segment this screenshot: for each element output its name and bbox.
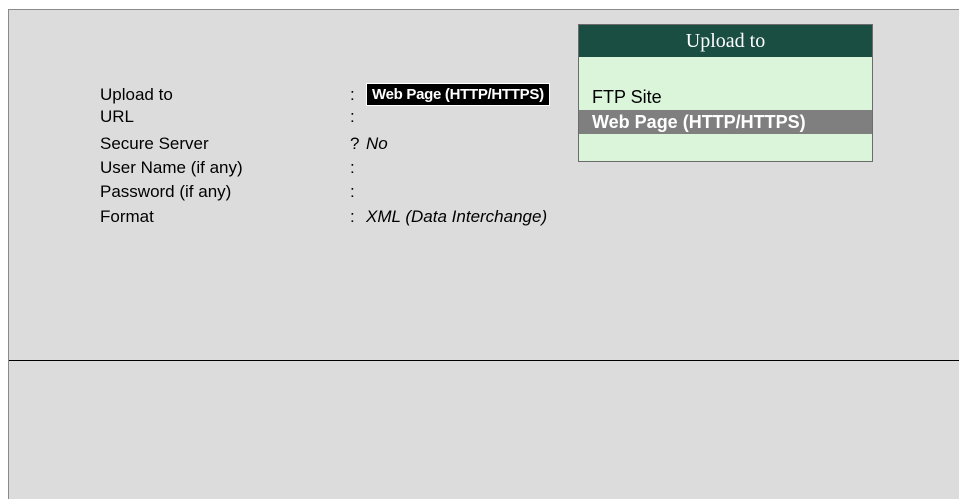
password-label: Password (if any) — [100, 182, 232, 201]
secure-server-field[interactable]: No — [366, 134, 388, 154]
user-name-label: User Name (if any) — [100, 158, 243, 177]
upload-to-field[interactable]: Web Page (HTTP/HTTPS) — [366, 83, 550, 106]
format-label: Format — [100, 207, 154, 226]
secure-server-label: Secure Server — [100, 134, 209, 153]
panel-divider — [9, 360, 959, 361]
user-name-separator: : — [350, 158, 355, 177]
upload-to-label: Upload to — [100, 85, 173, 104]
upload-to-separator: : — [350, 85, 355, 104]
format-separator: : — [350, 207, 355, 226]
url-separator: : — [350, 107, 355, 126]
popup-title: Upload to — [579, 25, 872, 57]
url-label: URL — [100, 107, 135, 126]
popup-option-ftp-site[interactable]: FTP Site — [579, 85, 872, 109]
popup-option-web-page[interactable]: Web Page (HTTP/HTTPS) — [579, 110, 872, 134]
secure-server-separator: ? — [350, 134, 360, 153]
upload-to-popup: Upload to FTP Site Web Page (HTTP/HTTPS) — [578, 24, 873, 162]
main-screen: Upload to : Web Page (HTTP/HTTPS) URL : … — [8, 9, 959, 499]
password-separator: : — [350, 182, 355, 201]
format-field[interactable]: XML (Data Interchange) — [366, 207, 547, 227]
